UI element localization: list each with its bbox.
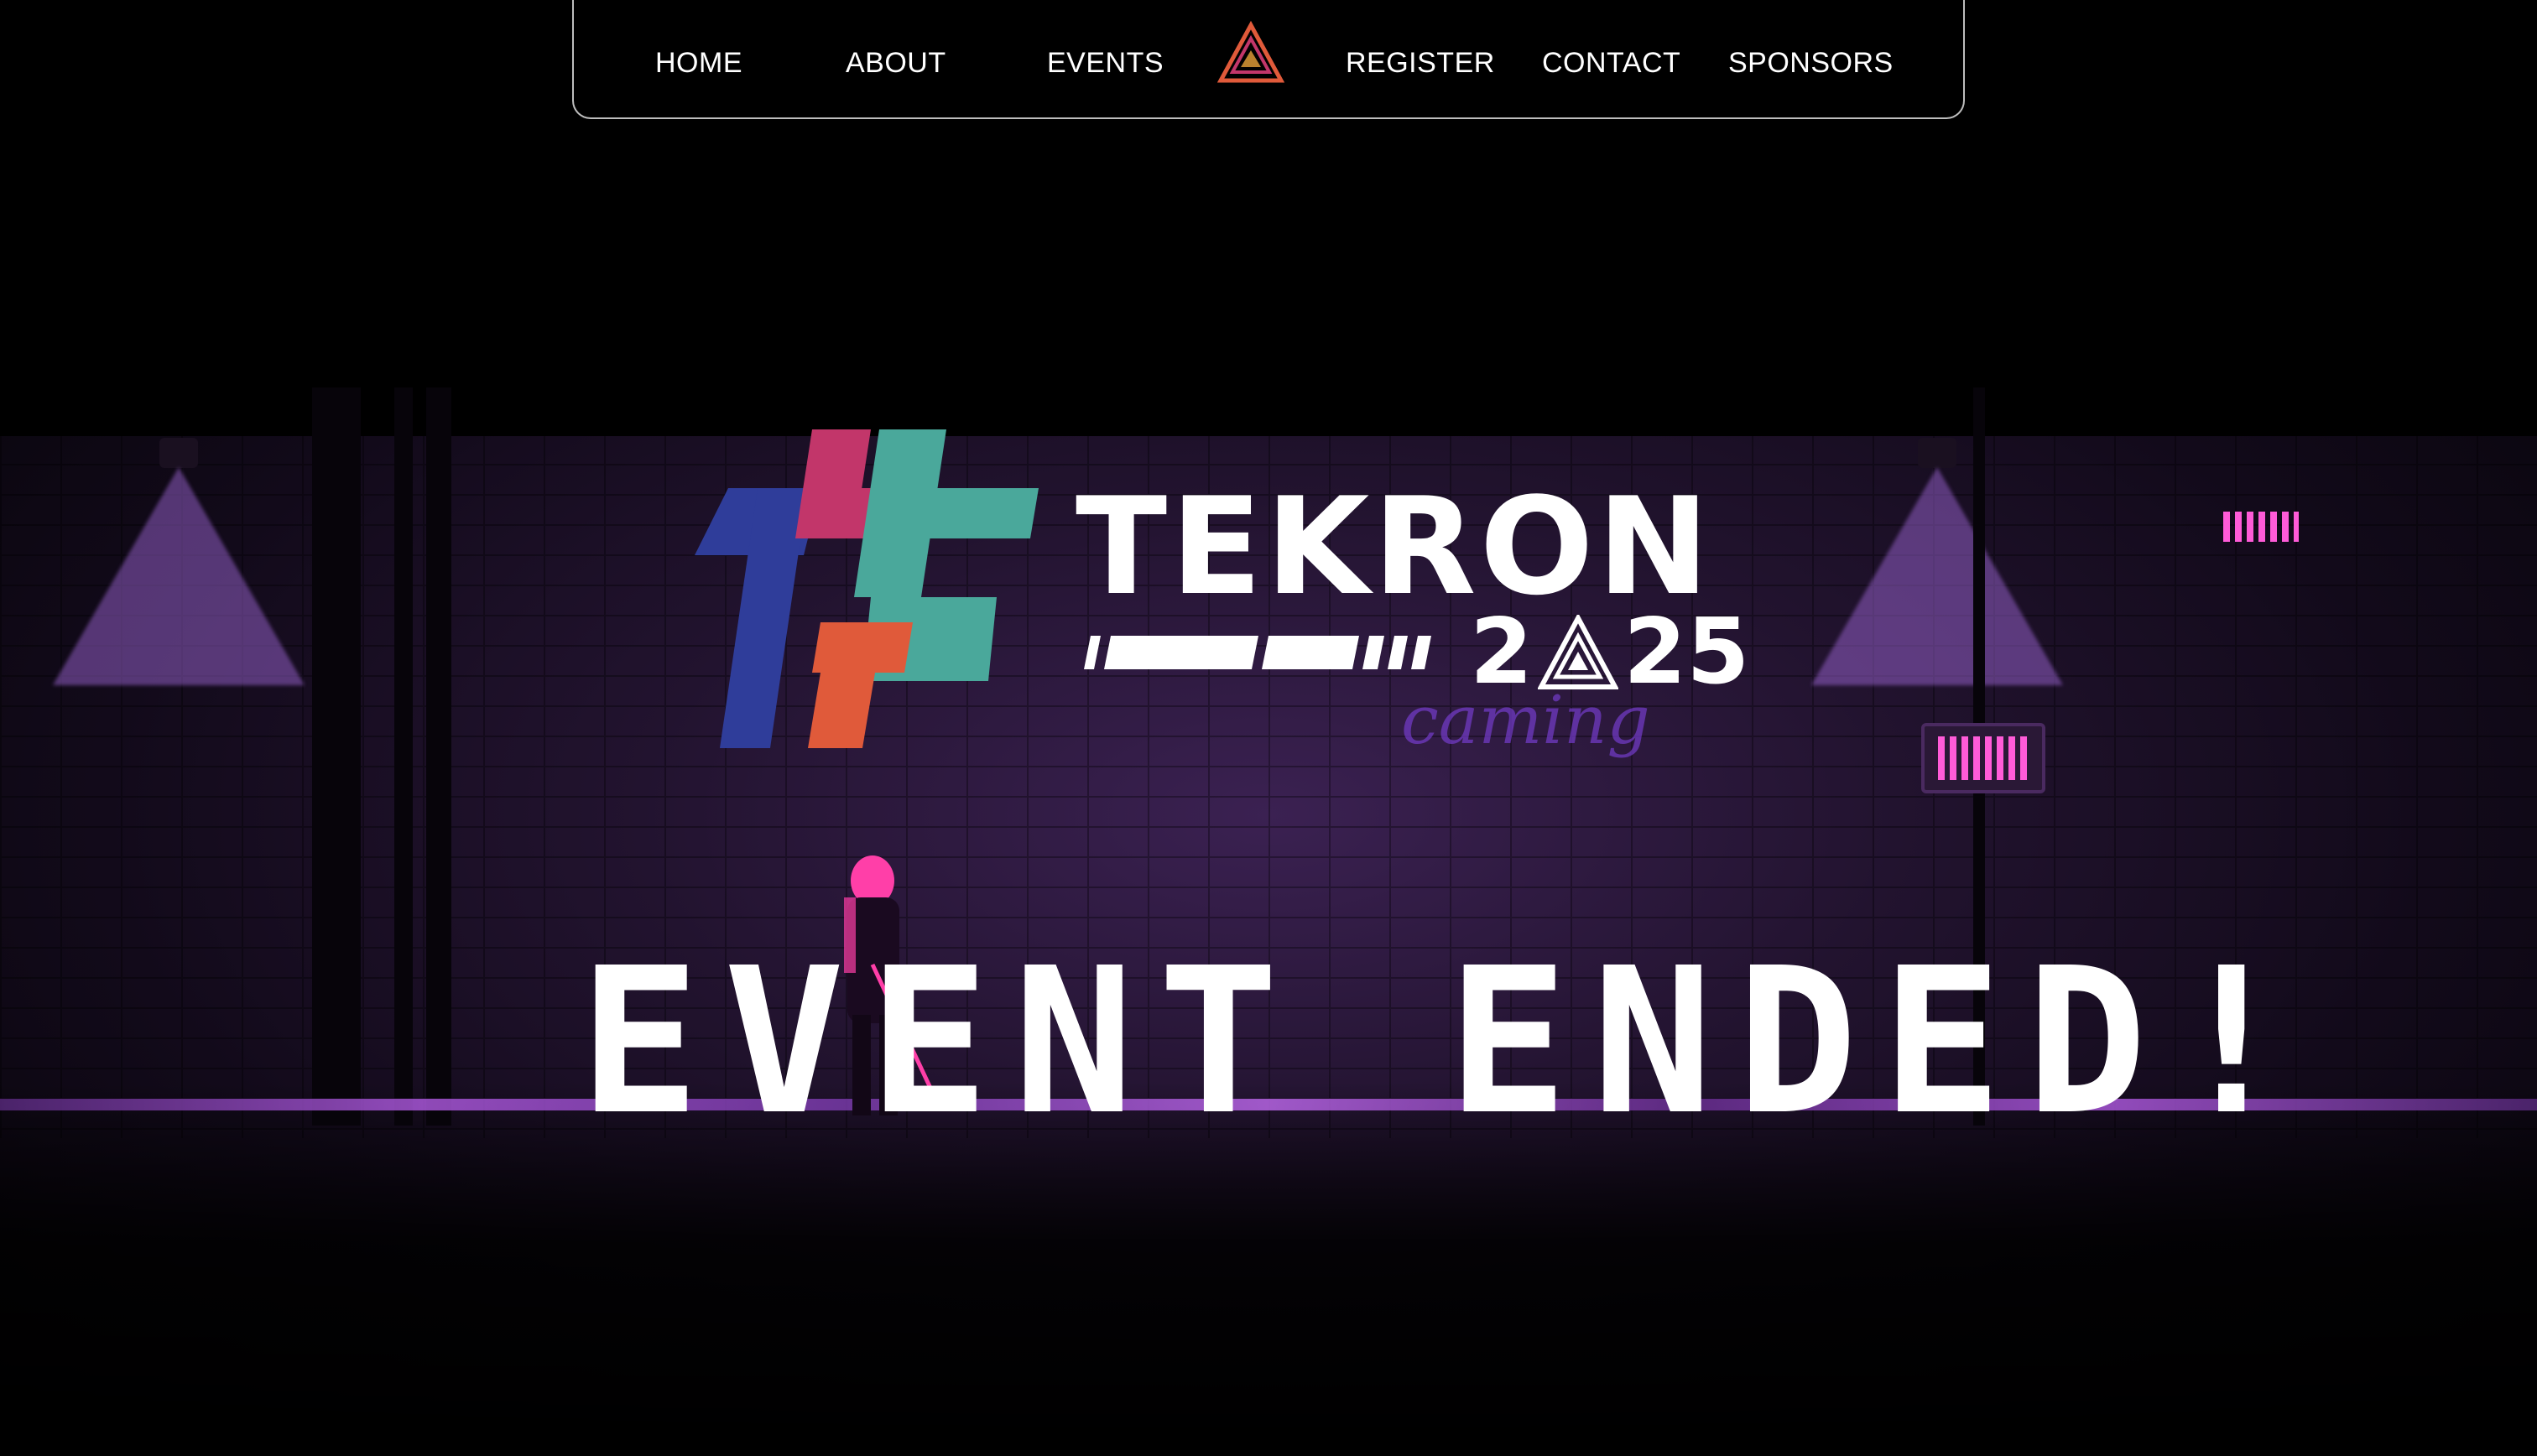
tekron-triangle-logo-icon[interactable] [1217, 20, 1284, 87]
tekron-hash-logo-icon [695, 429, 1039, 748]
hero-banner: caming TEKRON 2 25 EVENT ENDED! [0, 387, 2537, 1456]
event-ended-headline: EVENT ENDED! [579, 924, 2316, 1159]
nav-home-link[interactable]: HOME [655, 47, 742, 80]
light-beam [1811, 467, 2063, 685]
page: HOME ABOUT EVENTS REGISTER CONTACT SPONS… [0, 0, 2537, 1456]
pillar [394, 387, 413, 1126]
pillar [426, 387, 451, 1126]
pillar [312, 387, 361, 1126]
brand-year: 2 25 [1470, 607, 1749, 698]
triangle-emblem-icon [1538, 615, 1619, 689]
neon-sign-box [2223, 512, 2299, 542]
light-beam [53, 467, 305, 685]
brand-year-left: 2 [1470, 600, 1534, 705]
nav-about-link[interactable]: ABOUT [846, 47, 946, 80]
ceiling-shadow [0, 387, 2537, 436]
brand-dash-decoration [1084, 636, 1431, 669]
brand-wordmark: TEKRON [1076, 468, 1713, 625]
nav-contact-link[interactable]: CONTACT [1542, 47, 1680, 80]
neon-sign-box [1921, 723, 2045, 793]
ceiling-lamp [1918, 438, 1956, 468]
nav-sponsors-link[interactable]: SPONSORS [1728, 47, 1894, 80]
ceiling-lamp [159, 438, 198, 468]
nav-register-link[interactable]: REGISTER [1346, 47, 1495, 80]
brand-year-right: 25 [1623, 600, 1750, 705]
nav-events-link[interactable]: EVENTS [1047, 47, 1164, 80]
